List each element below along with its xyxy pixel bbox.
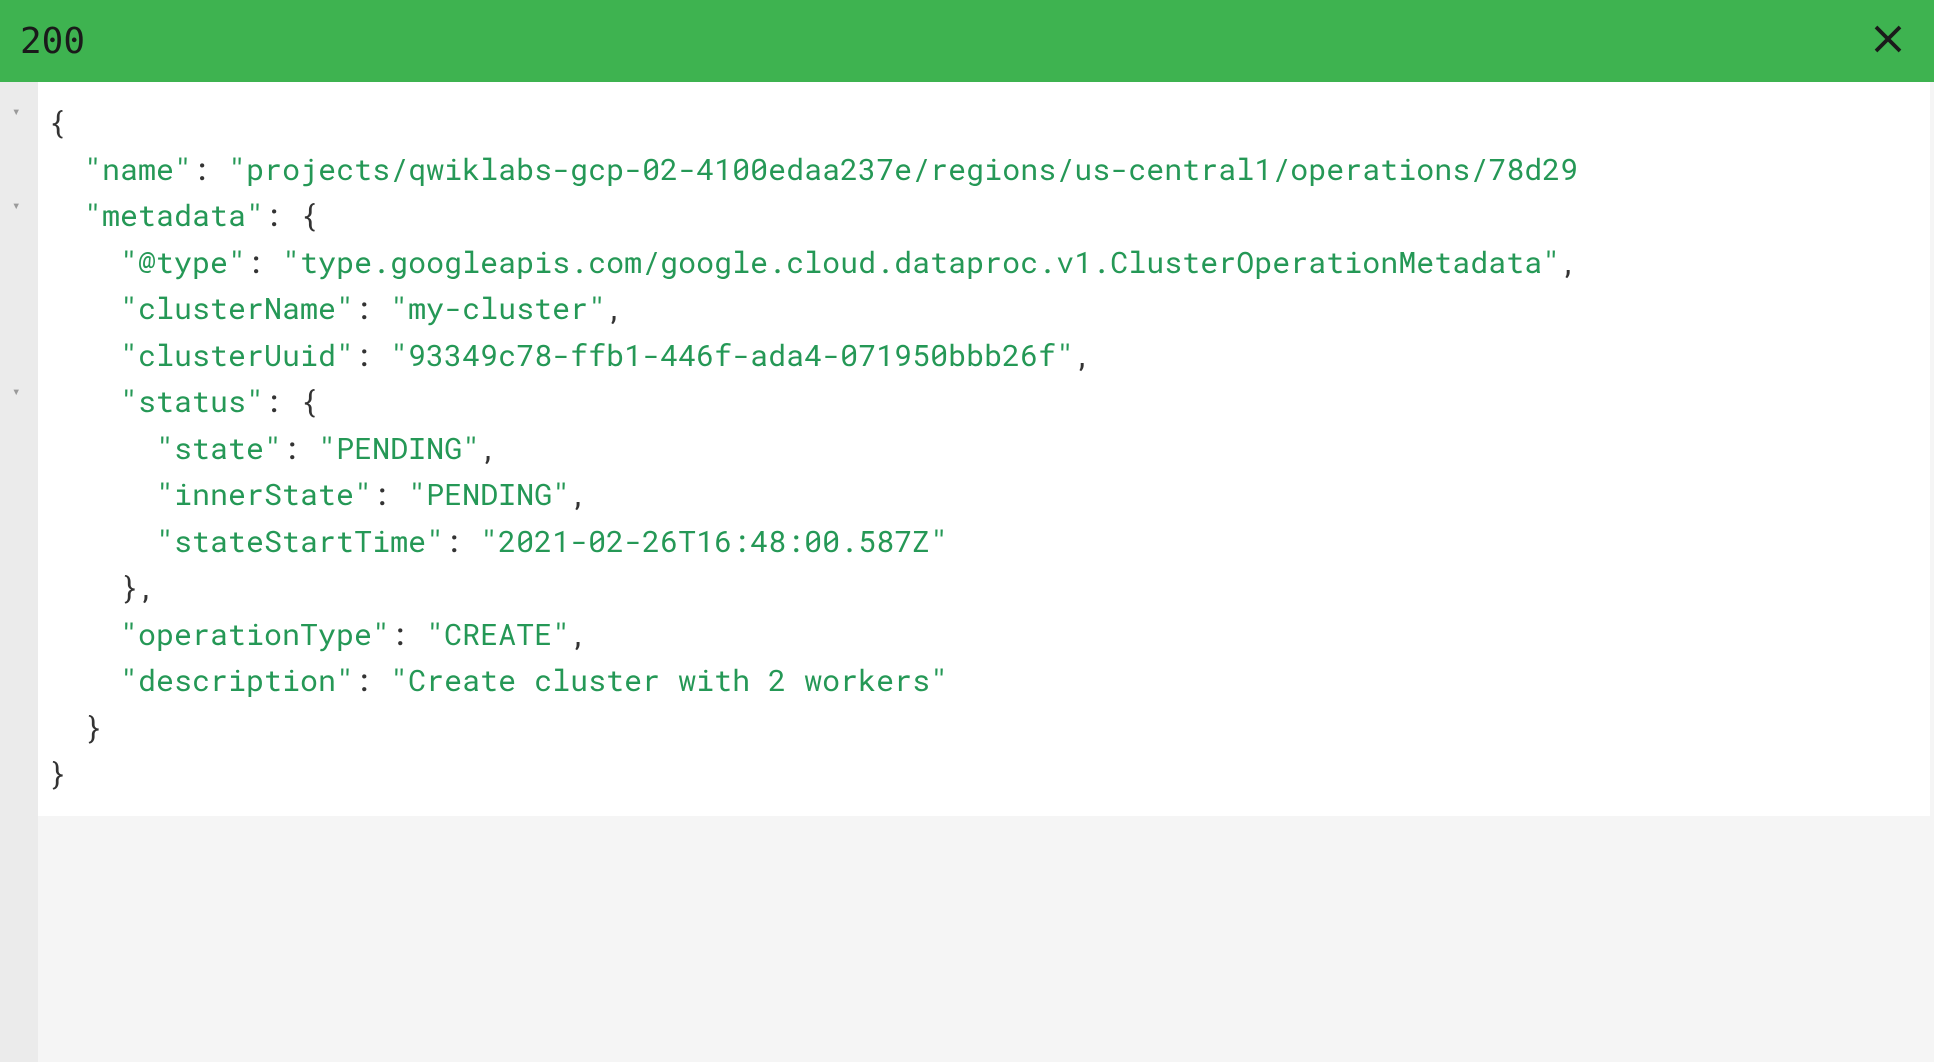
fold-gutter: ▾ ▾ ▾ (0, 82, 38, 1062)
code-line: }, (48, 565, 1920, 612)
fold-toggle-icon[interactable]: ▾ (12, 384, 20, 400)
code-line: "stateStartTime": "2021-02-26T16:48:00.5… (48, 519, 1920, 566)
json-key: "state" (156, 429, 282, 468)
status-code: 200 (20, 21, 85, 62)
json-value: "PENDING" (318, 429, 480, 468)
json-key: "description" (120, 661, 354, 700)
code-line: "description": "Create cluster with 2 wo… (48, 658, 1920, 705)
json-key: "clusterUuid" (120, 336, 354, 375)
response-header: 200 (0, 0, 1934, 82)
code-line: "innerState": "PENDING", (48, 472, 1920, 519)
code-line: "@type": "type.googleapis.com/google.clo… (48, 240, 1920, 287)
code-line: "name": "projects/qwiklabs-gcp-02-4100ed… (48, 147, 1920, 194)
json-key: "clusterName" (120, 289, 354, 328)
code-line: } (48, 705, 1920, 752)
code-line: "status": { (48, 379, 1920, 426)
code-line: "state": "PENDING", (48, 426, 1920, 473)
json-key: "@type" (120, 243, 246, 282)
json-value: "CREATE" (426, 615, 570, 654)
json-value: "my-cluster" (390, 289, 606, 328)
json-value: "type.googleapis.com/google.cloud.datapr… (282, 243, 1560, 282)
response-body[interactable]: { "name": "projects/qwiklabs-gcp-02-4100… (38, 82, 1930, 816)
close-icon (1870, 21, 1906, 57)
json-value: "2021-02-26T16:48:00.587Z" (480, 522, 948, 561)
json-key: "metadata" (84, 196, 264, 235)
json-value: "projects/qwiklabs-gcp-02-4100edaa237e/r… (228, 150, 1578, 189)
code-line: "clusterName": "my-cluster", (48, 286, 1920, 333)
fold-toggle-icon[interactable]: ▾ (12, 104, 20, 120)
json-key: "operationType" (120, 615, 390, 654)
json-key: "innerState" (156, 475, 372, 514)
code-line: "operationType": "CREATE", (48, 612, 1920, 659)
json-key: "status" (120, 382, 264, 421)
code-line: "metadata": { (48, 193, 1920, 240)
code-line: { (48, 100, 1920, 147)
json-value: "93349c78-ffb1-446f-ada4-071950bbb26f" (390, 336, 1074, 375)
json-value: "PENDING" (408, 475, 570, 514)
json-key: "name" (84, 150, 192, 189)
code-line: "clusterUuid": "93349c78-ffb1-446f-ada4-… (48, 333, 1920, 380)
json-key: "stateStartTime" (156, 522, 444, 561)
code-line: } (48, 751, 1920, 798)
json-value: "Create cluster with 2 workers" (390, 661, 948, 700)
fold-toggle-icon[interactable]: ▾ (12, 198, 20, 214)
close-button[interactable] (1862, 13, 1914, 69)
